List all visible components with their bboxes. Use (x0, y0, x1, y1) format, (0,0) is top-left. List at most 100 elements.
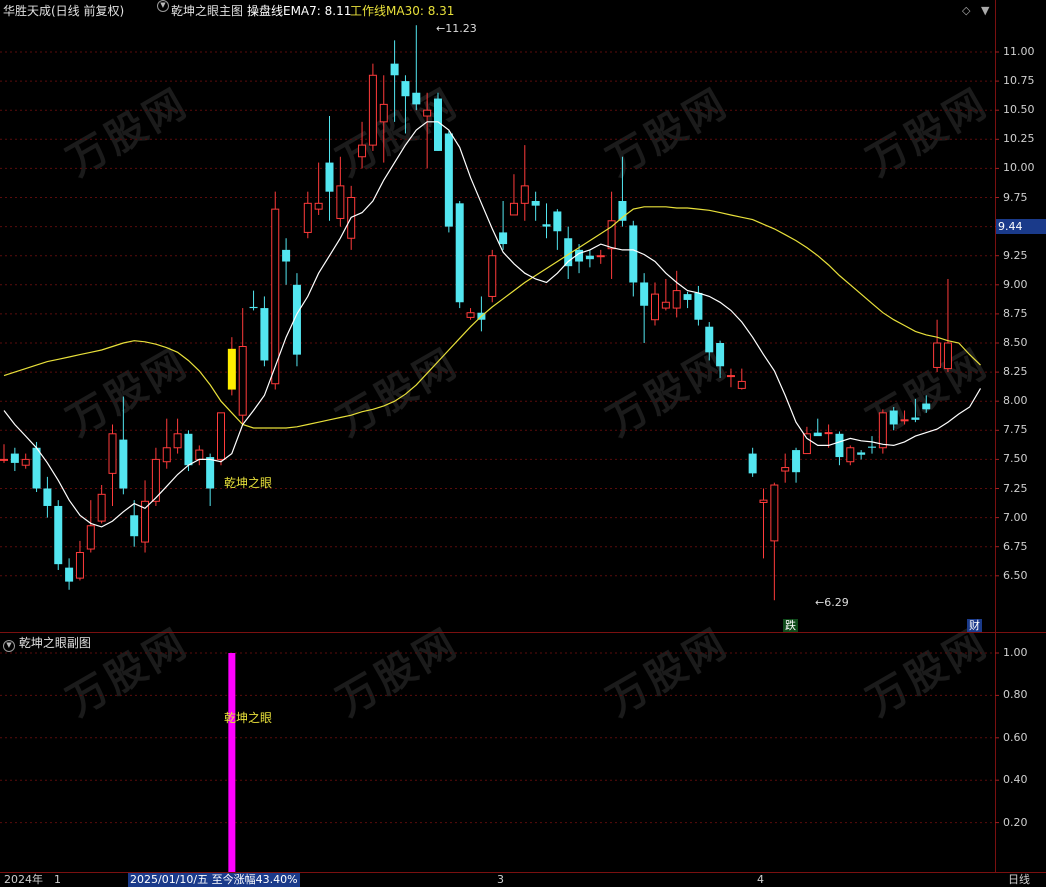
month-label: 1 (54, 873, 61, 886)
candle-body (813, 432, 822, 437)
sub-tick-label: 0.80 (1003, 688, 1028, 702)
candle-body (781, 467, 790, 472)
candle (661, 278, 670, 311)
finance-tag[interactable]: 财 (967, 619, 982, 632)
candle-body (726, 375, 735, 378)
candle-body (336, 185, 345, 219)
main-chart[interactable] (0, 0, 1046, 632)
candle (922, 395, 931, 413)
candle-body (846, 447, 855, 463)
candle (585, 249, 594, 268)
candle (499, 200, 508, 250)
candle-body (553, 211, 562, 232)
candle-body (282, 249, 291, 262)
price-tick-label: 10.50 (1003, 103, 1035, 117)
candle-body (206, 457, 215, 489)
candle-body (303, 202, 312, 233)
candle-body (217, 412, 225, 460)
price-tick-label: 8.50 (1003, 336, 1028, 349)
price-tick-label: 7.75 (1003, 423, 1028, 437)
fall-tag[interactable]: 跌 (783, 619, 798, 632)
low-annotation: ←6.29 (815, 596, 849, 609)
candle (423, 92, 432, 169)
candle-body (542, 224, 551, 227)
candle (488, 249, 497, 303)
price-tick-label: 10.75 (1003, 74, 1035, 88)
candle-body (694, 292, 703, 320)
candle-body (0, 458, 8, 461)
candle (43, 476, 52, 518)
price-tick-label: 10.25 (1003, 132, 1035, 146)
candle (75, 540, 84, 581)
price-tick-label: 7.00 (1003, 510, 1028, 524)
candle (217, 412, 225, 466)
candle-body (32, 447, 41, 489)
current-price-label: 9.44 (996, 219, 1046, 234)
candle (520, 145, 529, 221)
candle (911, 398, 920, 423)
candle (651, 282, 659, 326)
candle-body (651, 293, 659, 321)
candle (325, 116, 334, 221)
candle-body (531, 200, 540, 206)
candle-body (770, 484, 779, 542)
candle (444, 131, 453, 233)
candle (466, 308, 475, 320)
candle-body (21, 458, 30, 466)
candle (108, 424, 117, 506)
candle-body (86, 525, 95, 550)
candle (97, 485, 106, 524)
candle-body (238, 345, 247, 416)
candle-body (368, 74, 377, 146)
candle (878, 409, 887, 454)
candle (618, 156, 627, 227)
signal-bar (228, 653, 236, 872)
candle-body (401, 81, 410, 97)
date-bar[interactable]: 2024年 1 2025/01/10/五 至今涨幅43.40% 3 4 日线 (0, 872, 1046, 887)
candle-body (43, 488, 52, 506)
candle (781, 453, 790, 483)
candle (640, 273, 649, 343)
candle (119, 396, 128, 495)
sub-tick-label: 0.60 (1003, 730, 1028, 744)
candle-body (108, 433, 117, 474)
candle-body (943, 342, 952, 370)
candle (509, 174, 518, 216)
candle-body (455, 203, 464, 303)
sub-tick-label: 1.00 (1003, 646, 1028, 659)
candle (770, 482, 779, 601)
high-annotation: ←11.23 (436, 22, 477, 35)
candle-body (10, 453, 19, 463)
sub-tick-label: 0.40 (1003, 773, 1028, 787)
candle-body (75, 552, 84, 579)
price-tick-label: 9.75 (1003, 190, 1028, 204)
candle (358, 121, 367, 169)
candle-body (596, 255, 605, 258)
price-tick-label: 8.00 (1003, 394, 1028, 408)
candle (835, 431, 844, 466)
candle-body (737, 380, 746, 389)
candle-body (423, 109, 432, 117)
price-tick-label: 6.75 (1003, 539, 1028, 553)
candle-body (325, 162, 334, 192)
candle-body (629, 225, 638, 283)
candle (206, 453, 215, 506)
candle-body (271, 208, 280, 385)
candle-body (97, 493, 106, 522)
candle-body (488, 255, 497, 297)
price-tick-label: 8.75 (1003, 306, 1028, 320)
sub-chart[interactable] (0, 633, 1046, 872)
candle (553, 209, 562, 250)
period-label[interactable]: 日线 (1008, 873, 1030, 887)
candle (607, 191, 616, 279)
candle (314, 162, 323, 215)
candle-body (889, 410, 898, 425)
candle-body (54, 505, 63, 565)
candle-body (716, 343, 725, 367)
candle-body (661, 301, 670, 309)
candle-body (672, 290, 681, 309)
price-tick-label: 11.00 (1003, 45, 1035, 58)
candle-body (119, 439, 128, 489)
candle (86, 500, 95, 553)
low-value: 6.29 (824, 596, 849, 609)
